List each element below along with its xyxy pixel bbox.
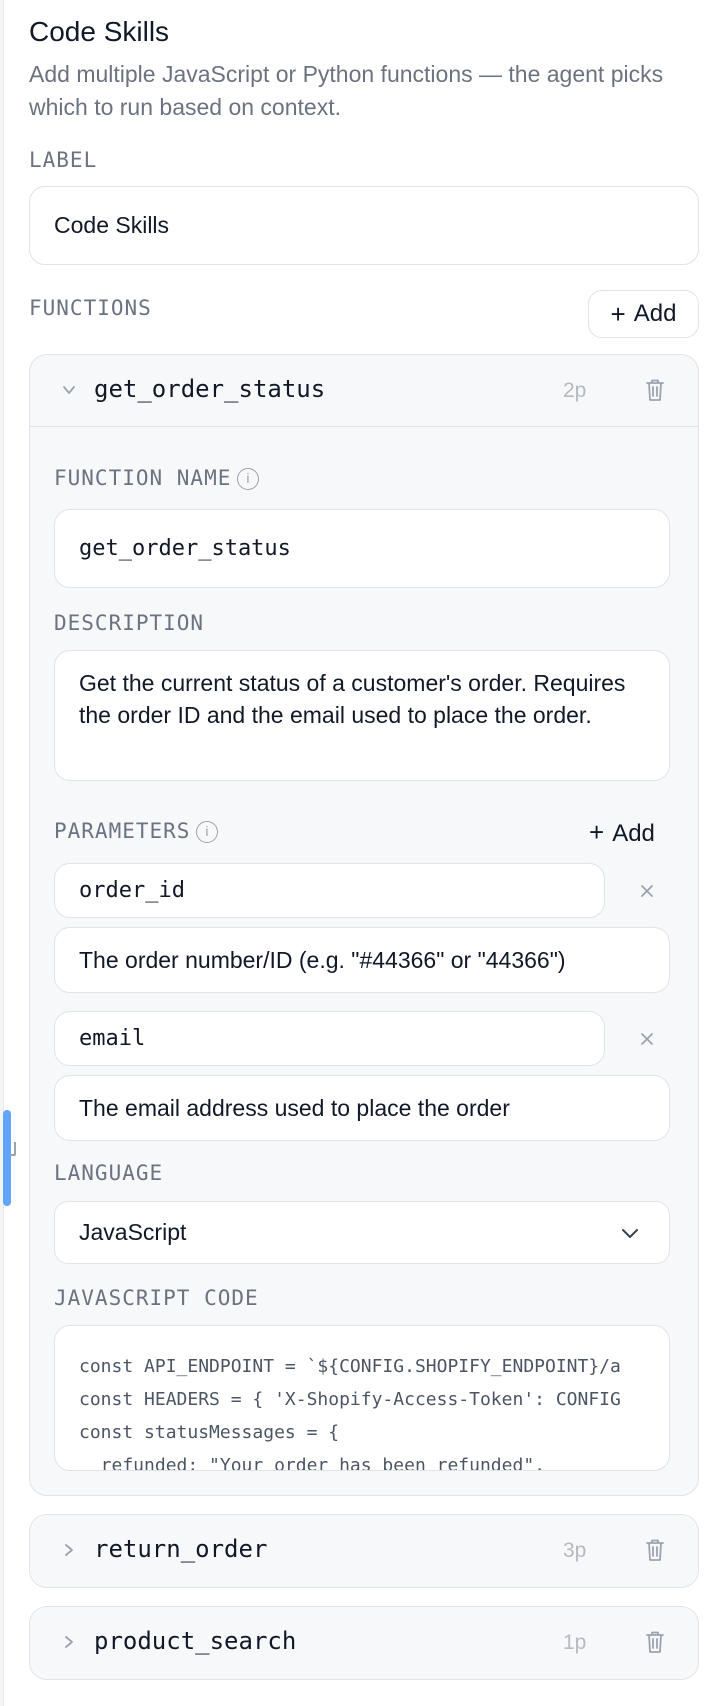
function-card-header[interactable]: product_search 1p [30, 1607, 698, 1679]
code-line: const API_ENDPOINT = `${CONFIG.SHOPIFY_E… [79, 1356, 621, 1377]
code-line: refunded: "Your order has been refunded"… [79, 1455, 545, 1471]
plus-icon: + [589, 817, 605, 847]
parameter-description-input[interactable]: The email address used to place the orde… [54, 1075, 670, 1141]
chevron-right-icon[interactable] [62, 1635, 76, 1649]
function-name-title: return_order [94, 1535, 268, 1563]
function-card-header[interactable]: return_order 3p [30, 1515, 698, 1587]
close-icon[interactable] [639, 1031, 655, 1047]
resize-grip-icon [10, 1142, 16, 1156]
info-icon[interactable]: i [237, 468, 260, 490]
function-card-header[interactable]: get_order_status 2p [30, 355, 698, 427]
code-label: JAVASCRIPT CODE [54, 1286, 259, 1310]
function-card-product-search: product_search 1p [29, 1606, 699, 1680]
language-select[interactable]: JavaScript [54, 1201, 670, 1264]
code-editor[interactable]: const API_ENDPOINT = `${CONFIG.SHOPIFY_E… [54, 1325, 670, 1471]
info-icon[interactable]: i [196, 821, 219, 843]
functions-section-label: FUNCTIONS [29, 296, 152, 320]
add-function-button[interactable]: + Add [588, 290, 699, 338]
language-select-value: JavaScript [79, 1219, 187, 1245]
function-name-title: get_order_status [94, 375, 326, 403]
function-name-label: FUNCTION NAME i [54, 466, 260, 490]
param-count-badge: 1p [563, 1631, 587, 1654]
code-line: const statusMessages = { [79, 1422, 340, 1443]
label-field-label: LABEL [29, 148, 98, 172]
add-parameter-label: Add [612, 820, 655, 847]
function-card-get-order-status: get_order_status 2p FUNCTION NAME i get_o… [29, 354, 699, 1496]
function-name-input[interactable]: get_order_status [54, 509, 670, 588]
chevron-down-icon [622, 1229, 638, 1238]
panel-subtitle: Add multiple JavaScript or Python functi… [29, 61, 664, 120]
description-label: DESCRIPTION [54, 611, 205, 635]
close-icon[interactable] [639, 883, 655, 899]
trash-icon[interactable] [644, 1537, 666, 1563]
param-count-badge: 2p [563, 379, 587, 402]
trash-icon[interactable] [644, 1629, 666, 1655]
plus-icon: + [610, 298, 626, 329]
panel-resize-handle[interactable] [3, 1110, 11, 1206]
description-textarea[interactable]: Get the current status of a customer's o… [54, 650, 670, 781]
function-card-return-order: return_order 3p [29, 1514, 699, 1588]
param-count-badge: 3p [563, 1539, 587, 1562]
chevron-down-icon[interactable] [62, 383, 76, 397]
parameter-name-input[interactable]: order_id [54, 863, 605, 918]
add-parameter-button[interactable]: + Add [589, 817, 655, 848]
parameters-label: PARAMETERS i [54, 819, 219, 843]
chevron-right-icon[interactable] [62, 1543, 76, 1557]
function-name-title: product_search [94, 1627, 297, 1655]
parameter-name-input[interactable]: email [54, 1011, 605, 1066]
parameter-description-input[interactable]: The order number/ID (e.g. "#44366" or "4… [54, 927, 670, 993]
label-input[interactable]: Code Skills [29, 186, 699, 265]
trash-icon[interactable] [644, 377, 666, 403]
add-function-label: Add [633, 300, 677, 327]
parameters-label-text: PARAMETERS [54, 819, 191, 843]
left-rail [0, 0, 4, 1706]
language-label: LANGUAGE [54, 1161, 164, 1185]
panel-title: Code Skills [29, 16, 170, 47]
code-line: const HEADERS = { 'X-Shopify-Access-Toke… [79, 1389, 621, 1410]
function-name-label-text: FUNCTION NAME [54, 466, 232, 490]
